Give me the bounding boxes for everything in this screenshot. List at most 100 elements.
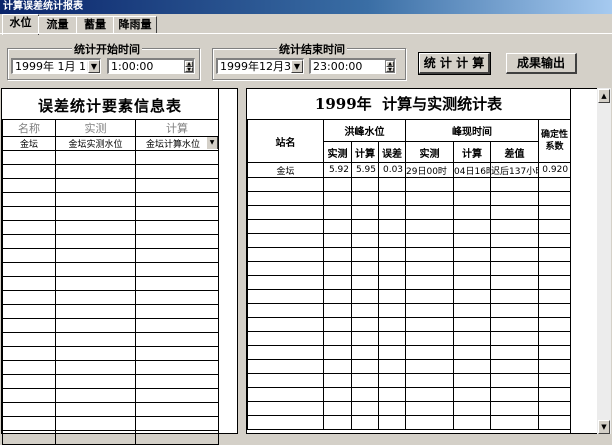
empty-cell[interactable] — [538, 387, 572, 402]
empty-cell[interactable] — [2, 276, 56, 291]
table-row[interactable] — [2, 248, 219, 263]
empty-cell[interactable] — [377, 233, 407, 248]
cell-level-measured[interactable]: 5.92 — [323, 162, 352, 178]
table-row[interactable] — [2, 150, 219, 165]
empty-cell[interactable] — [538, 373, 572, 388]
empty-cell[interactable] — [323, 373, 352, 388]
empty-cell[interactable] — [377, 401, 407, 416]
cell-computed-select[interactable]: 金坛计算水位 ▼ — [135, 136, 219, 151]
empty-cell[interactable] — [55, 388, 136, 403]
triangle-down-icon[interactable]: ▼ — [206, 137, 218, 149]
empty-cell[interactable] — [453, 205, 492, 220]
empty-cell[interactable] — [538, 247, 572, 262]
empty-cell[interactable] — [55, 262, 136, 277]
table-row[interactable] — [247, 177, 572, 192]
empty-cell[interactable] — [405, 345, 455, 360]
tab-flow[interactable]: 流量 — [38, 16, 77, 34]
empty-cell[interactable] — [135, 290, 219, 305]
empty-cell[interactable] — [2, 374, 56, 389]
empty-cell[interactable] — [490, 275, 540, 290]
empty-cell[interactable] — [247, 415, 324, 430]
empty-cell[interactable] — [135, 416, 219, 431]
table-row[interactable] — [2, 304, 219, 319]
empty-cell[interactable] — [247, 219, 324, 234]
table-row[interactable] — [2, 402, 219, 417]
empty-cell[interactable] — [453, 373, 492, 388]
cell-nse[interactable]: 0.920 — [538, 162, 572, 178]
scroll-up-button[interactable]: ▲ — [598, 89, 610, 103]
empty-cell[interactable] — [377, 177, 407, 192]
empty-cell[interactable] — [538, 415, 572, 430]
table-row[interactable] — [247, 345, 572, 360]
empty-cell[interactable] — [323, 177, 352, 192]
empty-cell[interactable] — [247, 261, 324, 276]
empty-cell[interactable] — [2, 178, 56, 193]
empty-cell[interactable] — [55, 220, 136, 235]
empty-cell[interactable] — [538, 275, 572, 290]
empty-cell[interactable] — [351, 387, 379, 402]
empty-cell[interactable] — [453, 177, 492, 192]
empty-cell[interactable] — [538, 331, 572, 346]
empty-cell[interactable] — [453, 303, 492, 318]
empty-cell[interactable] — [490, 373, 540, 388]
empty-cell[interactable] — [2, 318, 56, 333]
empty-cell[interactable] — [247, 275, 324, 290]
table-row[interactable] — [247, 331, 572, 346]
empty-cell[interactable] — [405, 177, 455, 192]
table-row[interactable] — [2, 206, 219, 221]
table-row[interactable] — [247, 317, 572, 332]
empty-cell[interactable] — [135, 164, 219, 179]
end-time-spinner[interactable]: ▲ ▼ — [385, 60, 395, 73]
start-time-spinner[interactable]: ▲ ▼ — [184, 60, 194, 73]
empty-cell[interactable] — [351, 331, 379, 346]
empty-cell[interactable] — [55, 318, 136, 333]
empty-cell[interactable] — [323, 233, 352, 248]
empty-cell[interactable] — [135, 402, 219, 417]
empty-cell[interactable] — [135, 360, 219, 375]
empty-cell[interactable] — [2, 206, 56, 221]
tab-storage[interactable]: 蓄量 — [76, 16, 114, 34]
empty-cell[interactable] — [2, 290, 56, 305]
triangle-down-icon[interactable]: ▼ — [185, 66, 193, 72]
empty-cell[interactable] — [247, 303, 324, 318]
cell-time-computed[interactable]: 04日16时 — [453, 162, 492, 178]
empty-cell[interactable] — [405, 275, 455, 290]
empty-cell[interactable] — [247, 387, 324, 402]
table-row[interactable] — [247, 359, 572, 374]
empty-cell[interactable] — [2, 248, 56, 263]
start-time-field[interactable]: 1:00:00 — [107, 58, 195, 74]
empty-cell[interactable] — [351, 261, 379, 276]
empty-cell[interactable] — [247, 345, 324, 360]
empty-cell[interactable] — [2, 402, 56, 417]
empty-cell[interactable] — [323, 359, 352, 374]
empty-cell[interactable] — [351, 275, 379, 290]
empty-cell[interactable] — [247, 317, 324, 332]
empty-cell[interactable] — [135, 178, 219, 193]
empty-cell[interactable] — [55, 206, 136, 221]
empty-cell[interactable] — [2, 150, 56, 165]
empty-cell[interactable] — [323, 317, 352, 332]
empty-cell[interactable] — [135, 234, 219, 249]
empty-cell[interactable] — [377, 261, 407, 276]
empty-cell[interactable] — [323, 275, 352, 290]
empty-cell[interactable] — [55, 374, 136, 389]
empty-cell[interactable] — [135, 192, 219, 207]
empty-cell[interactable] — [2, 360, 56, 375]
empty-cell[interactable] — [55, 150, 136, 165]
empty-cell[interactable] — [377, 415, 407, 430]
empty-cell[interactable] — [2, 430, 56, 445]
table-row[interactable] — [247, 247, 572, 262]
empty-cell[interactable] — [538, 401, 572, 416]
cell-measured[interactable]: 金坛实测水位 — [55, 136, 136, 151]
table-row[interactable] — [247, 261, 572, 276]
compute-button[interactable]: 统 计 计 算 — [418, 52, 491, 75]
empty-cell[interactable] — [55, 360, 136, 375]
empty-cell[interactable] — [247, 177, 324, 192]
table-row[interactable] — [2, 290, 219, 305]
table-row[interactable] — [247, 387, 572, 402]
empty-cell[interactable] — [453, 345, 492, 360]
empty-cell[interactable] — [247, 373, 324, 388]
empty-cell[interactable] — [351, 345, 379, 360]
empty-cell[interactable] — [538, 359, 572, 374]
empty-cell[interactable] — [377, 303, 407, 318]
